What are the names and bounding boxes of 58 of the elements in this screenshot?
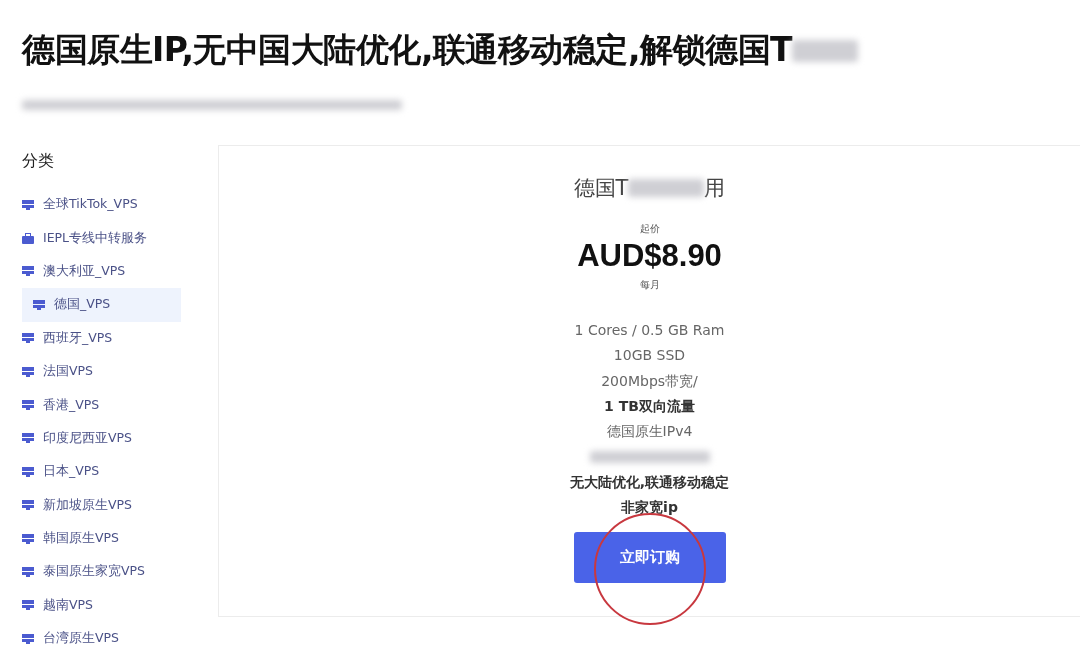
feature-text: 德国原生IPv4 (606, 422, 693, 442)
category-item[interactable]: 西班牙_VPS (22, 321, 181, 355)
feature-text: 1 Cores / 0.5 GB Ram (574, 321, 725, 340)
server-icon (22, 199, 34, 210)
feature-text: 1 TB双向流量 (604, 396, 695, 416)
category-label: 泰国原生家宽VPS (43, 563, 146, 581)
category-item[interactable]: 全球TikTok_VPS (22, 188, 181, 222)
category-label: 澳大利亚_VPS (43, 262, 126, 280)
category-item[interactable]: 澳大利亚_VPS (22, 254, 181, 289)
category-label: 香港_VPS (43, 396, 100, 414)
category-label: 越南VPS (43, 596, 94, 614)
category-item[interactable]: 日本_VPS (22, 455, 181, 489)
price-period: 每月 (639, 278, 660, 292)
category-label: 全球TikTok_VPS (43, 196, 138, 214)
briefcase-icon (22, 232, 34, 244)
feature-text: 无大陆优化,联通移动稳定 (569, 472, 730, 492)
category-label: IEPL专线中转服务 (43, 229, 148, 247)
blurred-text (792, 39, 859, 62)
category-item[interactable]: 新加坡原生VPS (22, 488, 181, 522)
category-label: 日本_VPS (43, 463, 100, 481)
category-item[interactable]: 法国VPS (22, 354, 181, 389)
server-icon (22, 366, 34, 377)
category-label: 韩国原生VPS (43, 530, 120, 548)
server-icon (22, 333, 34, 344)
category-item[interactable]: 越南VPS (22, 588, 181, 623)
category-label: 印度尼西亚VPS (43, 429, 133, 447)
category-item[interactable]: 德国_VPS (22, 288, 181, 322)
category-item[interactable]: 香港_VPS (22, 388, 181, 422)
server-icon (22, 533, 34, 544)
feature-text: 非家宽ip (621, 498, 678, 518)
price: AUD$8.90 (577, 238, 722, 274)
order-button[interactable]: 立即订购 (573, 532, 726, 584)
server-icon (22, 466, 34, 477)
server-icon (33, 299, 45, 310)
price-caption: 起价 (639, 222, 660, 236)
sidebar-heading: 分类 (22, 151, 55, 172)
page-title: 德国原生IP,无中国大陆优化,联通移动稳定,解锁德国T (22, 28, 1080, 73)
category-item[interactable]: 台湾原生VPS (22, 622, 181, 656)
feature-text: 10GB SSD (613, 346, 686, 366)
feature-text: 200Mbps带宽/ (601, 371, 698, 391)
product-title: 德国T (573, 175, 629, 202)
category-item[interactable]: 韩国原生VPS (22, 521, 181, 556)
server-icon (22, 600, 34, 611)
server-icon (22, 266, 34, 277)
server-icon (22, 633, 34, 644)
server-icon (22, 400, 34, 411)
category-label: 台湾原生VPS (43, 630, 120, 648)
server-icon (22, 500, 34, 511)
category-label: 德国_VPS (54, 296, 111, 314)
category-item[interactable]: 印度尼西亚VPS (22, 421, 181, 456)
category-label: 法国VPS (43, 363, 94, 381)
category-item[interactable]: 泰国原生家宽VPS (22, 555, 181, 589)
server-icon (22, 567, 34, 577)
category-item[interactable]: IEPL专线中转服务 (22, 221, 181, 255)
category-label: 西班牙_VPS (43, 329, 113, 347)
category-label: 新加坡原生VPS (43, 496, 133, 514)
server-icon (22, 433, 34, 444)
product-title: 用 (704, 175, 726, 202)
